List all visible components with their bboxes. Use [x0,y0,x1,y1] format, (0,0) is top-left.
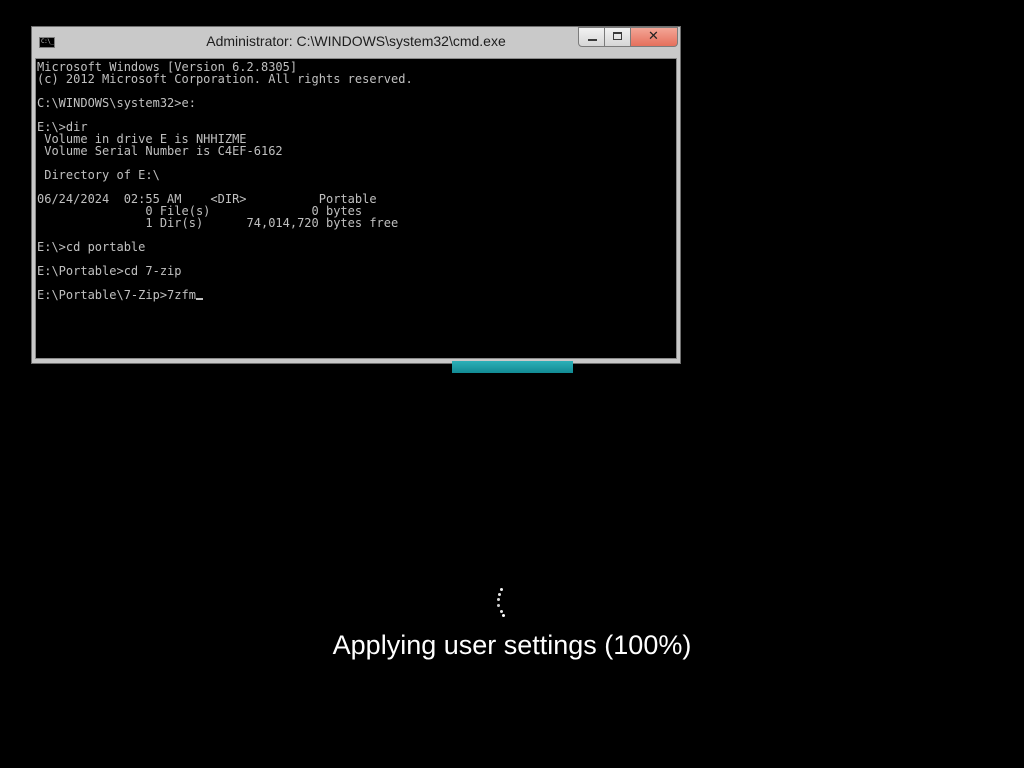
minimize-button[interactable] [578,27,605,47]
console-line: Directory of E:\ [37,168,160,182]
setup-status-text: Applying user settings (100%) [332,630,692,660]
console-lines: Microsoft Windows [Version 6.2.8305] (c) … [37,61,413,301]
spinner-dot [500,610,503,613]
console-line: (c) 2012 Microsoft Corporation. All righ… [37,72,413,86]
cmd-window[interactable]: C:\_ Administrator: C:\WINDOWS\system32\… [31,26,681,364]
spinner-dot [498,593,501,596]
loading-spinner-icon [488,584,514,620]
setup-progress-bar [452,361,573,373]
console-output[interactable]: Microsoft Windows [Version 6.2.8305] (c) … [35,58,677,359]
progress-fill [452,361,573,373]
console-line: E:\Portable\7-Zip>7zfm [37,289,413,301]
spinner-dot [500,588,503,591]
console-line: E:\Portable>cd 7-zip [37,264,182,278]
maximize-icon [613,32,622,40]
minimize-icon [588,39,597,41]
spinner-dot [502,614,505,617]
console-line: E:\>cd portable [37,240,146,254]
console-line: Volume Serial Number is C4EF-6162 [37,144,283,158]
close-icon: ✕ [648,29,659,44]
title-bar[interactable]: C:\_ Administrator: C:\WINDOWS\system32\… [32,27,680,57]
text-cursor [195,298,203,300]
console-line: C:\WINDOWS\system32>e: [37,96,196,110]
close-button[interactable]: ✕ [631,27,678,47]
spinner-dot [497,604,500,607]
maximize-button[interactable] [605,27,631,47]
spinner-dot [497,598,500,601]
window-controls: ✕ [578,27,678,48]
console-line: 1 Dir(s) 74,014,720 bytes free [37,216,399,230]
